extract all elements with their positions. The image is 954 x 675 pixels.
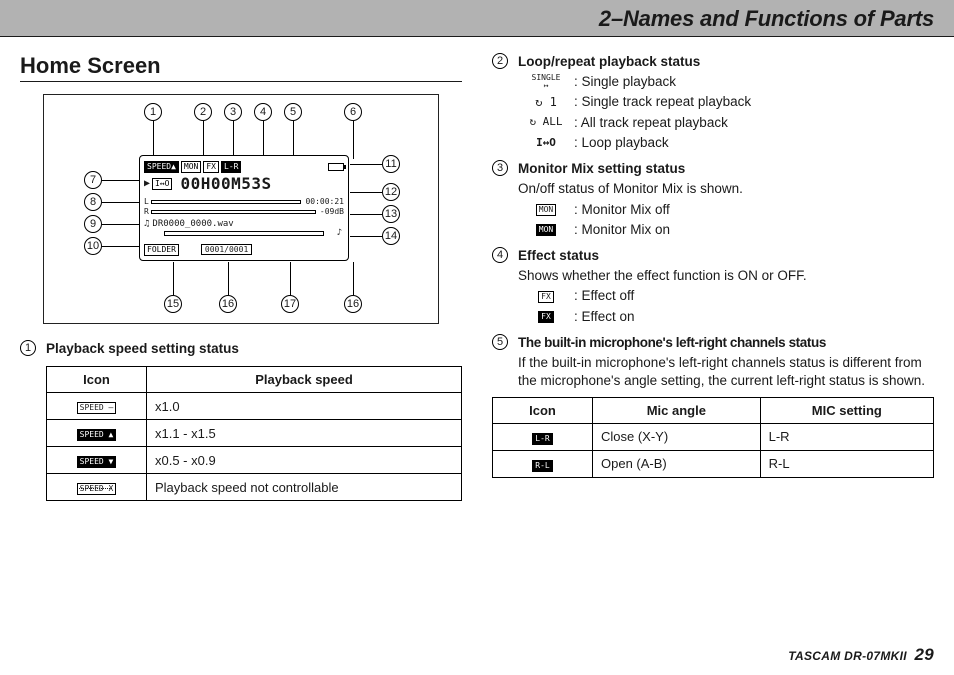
item-2-number: 2 [492,53,508,69]
item-3-desc: On/off status of Monitor Mix is shown. [518,180,934,198]
item-4-title: Effect status [518,247,934,265]
repeat-all-icon: ↻ ALL [529,115,562,130]
lr-icon: L-R [532,433,552,445]
th-icon: Icon [493,397,593,423]
lcd-loop-icon: I↔O [152,178,172,190]
lcd-filename: DR0000_0000.wav [152,219,233,229]
item-2-title: Loop/repeat playback status [518,53,934,71]
item-1-title: Playback speed setting status [46,340,462,358]
item-4-number: 4 [492,247,508,263]
footer-model: TASCAM DR-07MKII [788,649,907,663]
callout-3: 3 [224,103,242,121]
callout-6: 6 [344,103,362,121]
callout-13: 13 [382,205,400,223]
callout-2: 2 [194,103,212,121]
item-1-number: 1 [20,340,36,356]
mon-off-icon: MON [536,204,556,216]
mic-channel-table: Icon Mic angle MIC setting L-R Close (X-… [492,397,934,478]
callout-7: 7 [84,171,102,189]
callout-16a: 16 [219,295,237,313]
sub-item: SINGLE↦: Single playback [518,73,934,91]
callout-4: 4 [254,103,272,121]
headphone-icon: ♪ [337,228,342,238]
battery-icon [328,163,344,171]
fx-on-icon: FX [538,311,554,323]
item-3-title: Monitor Mix setting status [518,160,934,178]
lcd-screen: SPEED▲ MON FX L-R ▶ I↔O 00H00M53S L 00:0… [139,155,349,261]
lcd-chip-mon: MON [181,161,201,173]
speed-text: x0.5 - x0.9 [147,447,462,474]
sub-item: I↔O: Loop playback [518,134,934,152]
table-row: R-L Open (A-B) R-L [493,450,934,477]
lcd-counter: 0001/0001 [201,244,252,255]
lcd-progress-bar [164,231,324,236]
sub-item: ↻ ALL: All track repeat playback [518,114,934,132]
speed-text: x1.1 - x1.5 [147,420,462,447]
table-row: L-R Close (X-Y) L-R [493,423,934,450]
callout-15: 15 [164,295,182,313]
footer-page-number: 29 [914,645,934,664]
item-3-number: 3 [492,160,508,176]
lcd-folder: FOLDER [144,244,179,256]
item-2: 2 Loop/repeat playback status SINGLE↦: S… [492,53,934,154]
th-angle: Mic angle [593,397,761,423]
callout-14: 14 [382,227,400,245]
th-speed: Playback speed [147,367,462,393]
th-setting: MIC setting [760,397,933,423]
callout-5: 5 [284,103,302,121]
lcd-chip-lr: L-R [221,161,241,173]
sub-item: MON: Monitor Mix off [518,201,934,219]
mon-on-icon: MON [536,224,556,236]
home-screen-diagram: 1 2 3 4 5 6 7 8 9 10 11 12 13 14 15 16 1… [43,94,439,324]
speed-icon: SPEED X [77,483,117,495]
callout-8: 8 [84,193,102,211]
th-icon: Icon [47,367,147,393]
right-column: 2 Loop/repeat playback status SINGLE↦: S… [492,37,934,501]
sub-item: ↻ 1: Single track repeat playback [518,93,934,111]
item-4: 4 Effect status Shows whether the effect… [492,247,934,328]
callout-17: 17 [281,295,299,313]
table-row: SPEED – x1.0 [47,393,462,420]
left-column: Home Screen 1 2 3 4 5 6 7 8 9 10 11 12 1… [20,37,462,501]
lcd-chip-fx: FX [203,161,219,173]
speed-icon: SPEED ▼ [77,456,117,468]
speed-text: Playback speed not controllable [147,474,462,501]
item-1: 1 Playback speed setting status [20,340,462,360]
item-5-number: 5 [492,334,508,350]
item-3: 3 Monitor Mix setting status On/off stat… [492,160,934,241]
single-icon: SINGLE↦ [532,74,561,90]
lcd-chip-speed: SPEED▲ [144,161,179,173]
callout-11: 11 [382,155,400,173]
table-row: SPEED X Playback speed not controllable [47,474,462,501]
speed-icon: SPEED ▲ [77,429,117,441]
item-5: 5 The built-in microphone's left-right c… [492,334,934,391]
repeat-one-icon: ↻ 1 [535,94,557,110]
item-4-desc: Shows whether the effect function is ON … [518,267,934,285]
speed-icon: SPEED – [77,402,117,414]
section-title: Home Screen [20,53,462,82]
rl-icon: R-L [532,460,552,472]
fx-off-icon: FX [538,291,554,303]
item-5-title: The built-in microphone's left-right cha… [518,334,934,352]
page-footer: TASCAM DR-07MKII 29 [788,645,934,665]
callout-10: 10 [84,237,102,255]
playback-speed-table: Icon Playback speed SPEED – x1.0 SPEED ▲… [46,366,462,501]
callout-9: 9 [84,215,102,233]
speed-text: x1.0 [147,393,462,420]
sub-item: FX: Effect off [518,287,934,305]
table-row: SPEED ▼ x0.5 - x0.9 [47,447,462,474]
page-header: 2–Names and Functions of Parts [0,0,954,37]
lcd-db: -09dB [320,207,344,216]
loop-icon: I↔O [536,136,556,151]
callout-1: 1 [144,103,162,121]
callout-12: 12 [382,183,400,201]
sub-item: MON: Monitor Mix on [518,221,934,239]
sub-item: FX: Effect on [518,308,934,326]
callout-16b: 16 [344,295,362,313]
table-row: SPEED ▲ x1.1 - x1.5 [47,420,462,447]
item-5-desc: If the built-in microphone's left-right … [518,354,934,390]
lcd-main-time: 00H00M53S [180,174,271,193]
content-columns: Home Screen 1 2 3 4 5 6 7 8 9 10 11 12 1… [0,37,954,501]
